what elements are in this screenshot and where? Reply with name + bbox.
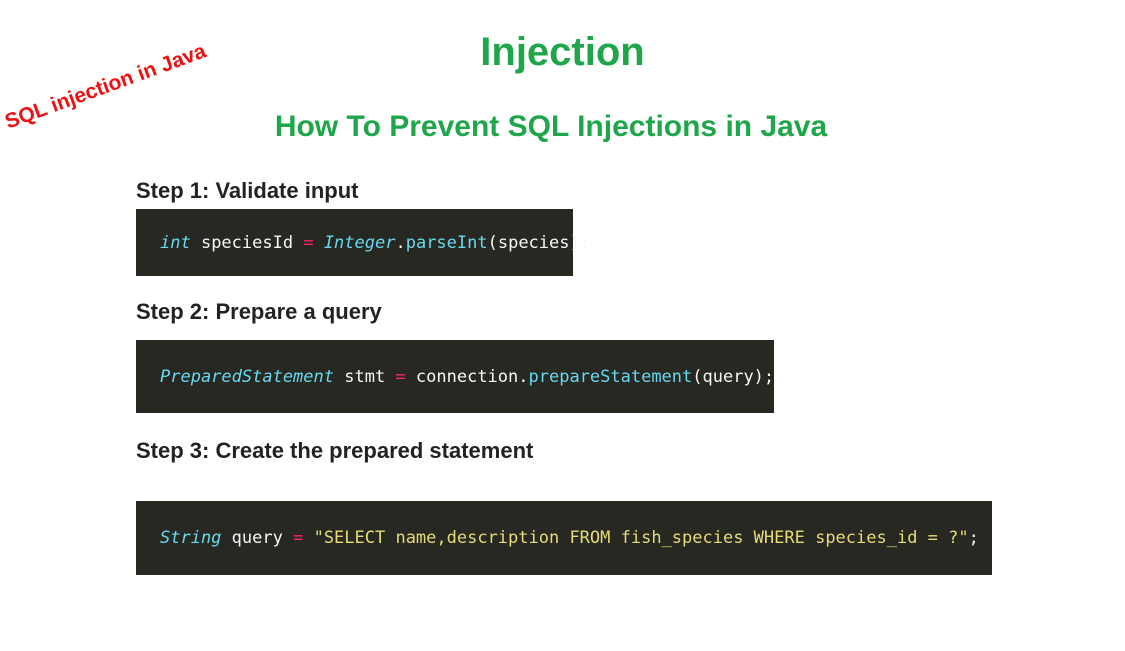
code-variable: stmt [334, 366, 396, 387]
code-method: prepareStatement [528, 366, 693, 387]
code-type: String [160, 528, 222, 548]
code-method: parseInt [405, 232, 488, 253]
code-type: PreparedStatement [160, 366, 334, 387]
step-1-code-block: int speciesId = Integer. parseInt (species… [136, 209, 590, 276]
code-variable: query [221, 528, 294, 548]
code-operator: = [293, 528, 304, 548]
step-2-label: Step 2: Prepare a query [136, 299, 382, 324]
code-class: Integer [323, 232, 396, 253]
code-operator: = [303, 232, 314, 253]
code-operator: = [395, 366, 406, 387]
page-subtitle: How To Prevent SQL Injections in Java [274, 110, 828, 143]
code-type: int [160, 232, 191, 253]
code-dot: . [395, 232, 406, 253]
step-3-label: Step 3: Create the prepared statement [136, 438, 534, 463]
step-1-label: Step 1: Validate input [136, 178, 359, 203]
code-variable: speciesId [190, 232, 304, 253]
code-semicolon: ; [968, 528, 979, 548]
step-3-code-block: String query = "SELECT name,description … [136, 501, 992, 575]
code-args: (query); [692, 366, 775, 387]
code-string-literal: "SELECT name,description FROM fish_speci… [313, 528, 969, 548]
step-2-code-block: PreparedStatement stmt = connection. prep… [136, 340, 774, 413]
code-object: connection. [405, 366, 529, 387]
code-args: (species); [487, 232, 590, 253]
